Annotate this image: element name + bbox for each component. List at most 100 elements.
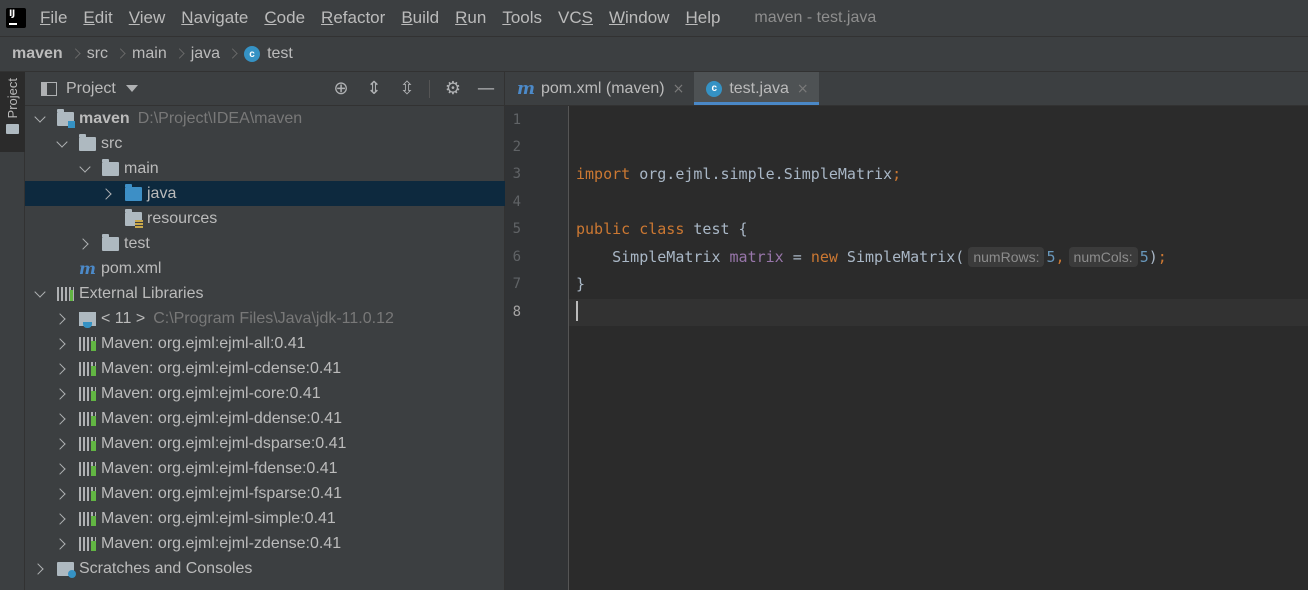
locate-icon[interactable]: ⊕: [331, 79, 351, 99]
line-number: 5: [512, 221, 521, 237]
line-number: 2: [512, 139, 521, 155]
chevron-right-icon[interactable]: [57, 364, 67, 374]
tree-row-src[interactable]: src: [25, 131, 505, 156]
menu-run[interactable]: Run: [455, 8, 486, 28]
breadcrumb-item-src[interactable]: src: [87, 45, 108, 63]
expand-all-icon[interactable]: ⇕: [364, 79, 384, 99]
tree-row-library[interactable]: Maven: org.ejml:ejml-dsparse:0.41: [25, 431, 505, 456]
gear-icon[interactable]: ⚙: [443, 79, 463, 99]
chevron-right-icon[interactable]: [57, 489, 67, 499]
tree-row-library[interactable]: Maven: org.ejml:ejml-core:0.41: [25, 381, 505, 406]
menu-navigate[interactable]: Navigate: [181, 8, 248, 28]
project-tool-tab[interactable]: Project: [0, 72, 25, 152]
close-icon[interactable]: ×: [673, 81, 685, 97]
maven-icon: m: [517, 78, 535, 99]
chevron-down-icon[interactable]: [35, 114, 45, 124]
collapse-all-icon[interactable]: ⇳: [397, 79, 417, 99]
chevron-right-icon: [71, 48, 79, 60]
menu-file[interactable]: File: [40, 8, 67, 28]
menu-refactor[interactable]: Refactor: [321, 8, 385, 28]
chevron-right-icon[interactable]: [57, 314, 67, 324]
java-class-icon: c: [244, 46, 261, 62]
window-title: maven - test.java: [754, 9, 877, 26]
line-number: 7: [512, 276, 521, 292]
left-tool-strip: Project: [0, 72, 25, 590]
chevron-right-icon[interactable]: [80, 239, 90, 249]
line-number: 8: [512, 304, 521, 320]
module-folder-icon: [57, 108, 75, 128]
chevron-right-icon[interactable]: [57, 539, 67, 549]
breadcrumb-item-maven[interactable]: maven: [12, 45, 63, 63]
chevron-right-icon[interactable]: [57, 339, 67, 349]
line-number: 1: [512, 112, 521, 128]
chevron-right-icon: [116, 48, 124, 60]
text-caret: [576, 301, 578, 321]
tree-row-library[interactable]: Maven: org.ejml:ejml-ddense:0.41: [25, 406, 505, 431]
chevron-down-icon[interactable]: [35, 289, 45, 299]
menu-tools[interactable]: Tools: [502, 8, 542, 28]
tree-row-library[interactable]: Maven: org.ejml:ejml-cdense:0.41: [25, 356, 505, 381]
jdk-icon: [79, 311, 96, 328]
libraries-icon: [57, 286, 74, 301]
project-panel-title[interactable]: Project: [66, 80, 116, 98]
chevron-right-icon[interactable]: [57, 514, 67, 524]
menu-code[interactable]: Code: [264, 8, 305, 28]
chevron-right-icon[interactable]: [35, 564, 45, 574]
tree-row-resources[interactable]: resources: [25, 206, 505, 231]
line-number-gutter[interactable]: 1 2 3 4 5 6 7 8: [505, 106, 569, 590]
tree-row-jdk[interactable]: < 11 > C:\Program Files\Java\jdk-11.0.12: [25, 306, 505, 331]
tree-row-external-libraries[interactable]: External Libraries: [25, 281, 505, 306]
menu-help[interactable]: Help: [685, 8, 720, 28]
menu-window[interactable]: Window: [609, 8, 669, 28]
project-view-icon: [41, 81, 57, 96]
tree-row-library[interactable]: Maven: org.ejml:ejml-fsparse:0.41: [25, 481, 505, 506]
line-number: 4: [512, 194, 521, 210]
chevron-down-icon[interactable]: [80, 164, 90, 174]
folder-icon: [6, 124, 19, 135]
tree-row-scratches[interactable]: Scratches and Consoles: [25, 556, 505, 581]
menu-build[interactable]: Build: [401, 8, 439, 28]
code-line-6[interactable]: SimpleMatrix matrix = new SimpleMatrix(n…: [569, 244, 1308, 271]
resources-folder-icon: [125, 208, 143, 228]
chevron-right-icon[interactable]: [57, 389, 67, 399]
tree-row-maven[interactable]: maven D:\Project\IDEA\maven: [25, 106, 505, 131]
breadcrumb-item-java[interactable]: java: [191, 45, 220, 63]
scratches-icon: [57, 561, 76, 578]
folder-icon: [102, 233, 119, 251]
chevron-right-icon[interactable]: [57, 464, 67, 474]
code-line-7[interactable]: }: [569, 271, 1308, 298]
menu-edit[interactable]: Edit: [83, 8, 112, 28]
library-icon: [79, 386, 96, 401]
code-line-8-current[interactable]: [569, 299, 1308, 326]
tab-test-java[interactable]: c test.java ×: [694, 72, 819, 105]
chevron-right-icon[interactable]: [57, 439, 67, 449]
editor-tab-bar: m pom.xml (maven) × c test.java ×: [505, 72, 1308, 106]
close-icon[interactable]: ×: [797, 81, 809, 97]
breadcrumb-item-main[interactable]: main: [132, 45, 167, 63]
tree-row-test[interactable]: test: [25, 231, 505, 256]
code-line-3[interactable]: import org.ejml.simple.SimpleMatrix;: [569, 161, 1308, 188]
minimize-icon[interactable]: —: [476, 79, 496, 99]
breadcrumb-item-test[interactable]: c test: [244, 45, 293, 63]
tree-row-main[interactable]: main: [25, 156, 505, 181]
chevron-down-icon[interactable]: [57, 139, 67, 149]
tree-row-pom[interactable]: m pom.xml: [25, 256, 505, 281]
chevron-right-icon[interactable]: [103, 189, 113, 199]
tree-row-library[interactable]: Maven: org.ejml:ejml-zdense:0.41: [25, 531, 505, 556]
chevron-right-icon[interactable]: [57, 414, 67, 424]
chevron-down-icon[interactable]: [125, 85, 138, 92]
intellij-logo-icon[interactable]: IJ: [4, 6, 28, 30]
chevron-right-icon: [175, 48, 183, 60]
tree-row-library[interactable]: Maven: org.ejml:ejml-all:0.41: [25, 331, 505, 356]
code-line-5[interactable]: public class test {: [569, 216, 1308, 243]
tree-row-java[interactable]: java: [25, 181, 505, 206]
code-editor[interactable]: import org.ejml.simple.SimpleMatrix; pub…: [569, 106, 1308, 590]
menu-vcs[interactable]: VCS: [558, 8, 593, 28]
tree-row-library[interactable]: Maven: org.ejml:ejml-simple:0.41: [25, 506, 505, 531]
menu-view[interactable]: View: [129, 8, 166, 28]
project-tree: maven D:\Project\IDEA\maven src main jav…: [25, 106, 505, 581]
tab-pom-xml[interactable]: m pom.xml (maven) ×: [505, 72, 694, 105]
tree-row-library[interactable]: Maven: org.ejml:ejml-fdense:0.41: [25, 456, 505, 481]
library-icon: [79, 486, 96, 501]
source-folder-icon: [125, 183, 142, 201]
